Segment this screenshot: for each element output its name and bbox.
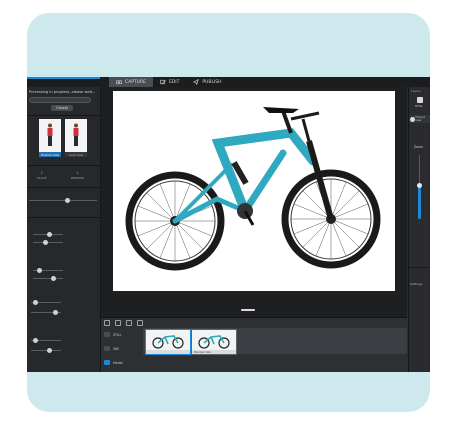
look-view-thumbnail[interactable]: Look view	[65, 119, 87, 157]
remove-tool[interactable]: ⚲ REMOVE	[71, 171, 84, 180]
bike-thumbnail-image	[198, 335, 230, 349]
zoom-label: Zoom	[414, 145, 424, 149]
still-label: STILL	[415, 104, 423, 108]
bottom-panel: STILL 360 Model Mountain bike	[101, 317, 407, 372]
right-panel: Layers STILL Product view Zoom Settings	[408, 87, 430, 372]
list-item-label: STILL	[113, 332, 122, 337]
slider[interactable]	[33, 275, 63, 281]
settings-icon[interactable]	[137, 320, 143, 326]
slider[interactable]	[31, 337, 61, 343]
model-figure-image	[73, 123, 79, 146]
tab-edit[interactable]: EDIT	[153, 77, 186, 87]
progress-bar	[29, 97, 91, 103]
profile-label: Product view	[415, 116, 426, 122]
list-item-still[interactable]: STILL	[104, 332, 121, 337]
zoom-slider-fill	[418, 185, 421, 219]
remove-tool-label: REMOVE	[71, 176, 84, 180]
filmstrip-frame[interactable]	[145, 329, 191, 355]
layers-tab[interactable]: Layers	[411, 89, 421, 93]
place-tool-label: PLACE	[37, 176, 47, 180]
list-item-360[interactable]: 360	[104, 346, 119, 351]
product-view-thumbnail[interactable]: Product view	[39, 119, 61, 157]
slider[interactable]	[33, 239, 63, 245]
cancel-button[interactable]: Cancel	[51, 105, 73, 111]
left-panel: Processing in progress, please wait... C…	[27, 87, 101, 372]
list-item-model[interactable]: Model	[104, 360, 123, 365]
card-background: CAPTURE EDIT PUBLISH Processing in progr…	[27, 13, 430, 412]
photo-icon	[104, 332, 110, 337]
model-figure-image	[47, 123, 53, 146]
divider	[27, 165, 100, 166]
capture-type-list: STILL 360 Model	[101, 328, 137, 372]
divider	[27, 217, 100, 218]
grid-icon[interactable]	[126, 320, 132, 326]
bike-thumbnail-image	[152, 335, 184, 349]
trash-icon[interactable]	[115, 320, 121, 326]
top-bar: CAPTURE EDIT PUBLISH	[27, 77, 430, 87]
send-icon	[193, 79, 200, 85]
divider	[27, 187, 100, 188]
profile-row[interactable]: Product view	[410, 115, 430, 123]
list-item-label: Model	[113, 360, 123, 365]
filmstrip-frame[interactable]: Mountain bike	[191, 329, 237, 355]
look-view-tag: Look view	[65, 152, 87, 157]
slider[interactable]	[31, 309, 61, 315]
frame-caption	[146, 350, 190, 354]
product-photo[interactable]	[113, 91, 395, 291]
zoom-slider-handle[interactable]	[417, 183, 422, 188]
slider[interactable]	[33, 231, 63, 237]
camera-icon	[116, 80, 122, 85]
pin-icon: ⚲	[40, 171, 43, 175]
avatar	[410, 116, 415, 122]
video-icon[interactable]	[104, 320, 110, 326]
magnifier-icon: ⚲	[76, 171, 79, 175]
divider	[409, 267, 430, 268]
list-item-label: 360	[113, 346, 120, 351]
divider	[27, 115, 100, 116]
slider[interactable]	[31, 347, 61, 353]
bottom-toolbar	[104, 320, 143, 326]
mode-tabs: CAPTURE EDIT PUBLISH	[109, 77, 229, 87]
place-tool[interactable]: ⚲ PLACE	[37, 171, 47, 180]
product-view-tag: Product view	[39, 152, 61, 157]
mountain-bike-image	[125, 107, 381, 271]
model-icon	[104, 360, 110, 365]
progress-message: Processing in progress, please wait...	[29, 90, 96, 94]
slider[interactable]	[33, 267, 63, 273]
edit-icon	[160, 79, 166, 85]
slider[interactable]	[29, 197, 97, 203]
slider[interactable]	[31, 299, 61, 305]
tab-publish[interactable]: PUBLISH	[186, 77, 228, 87]
app-window: CAPTURE EDIT PUBLISH Processing in progr…	[27, 77, 430, 372]
filmstrip: Mountain bike	[143, 328, 407, 355]
horizontal-scroll-handle[interactable]	[241, 309, 255, 311]
frame-caption: Mountain bike	[192, 350, 236, 354]
canvas-area[interactable]	[101, 87, 407, 317]
rotate-icon	[104, 346, 110, 351]
progress-accent	[27, 77, 100, 79]
tab-edit-label: EDIT	[168, 79, 180, 85]
tab-capture-label: CAPTURE	[125, 79, 146, 85]
still-icon	[417, 97, 423, 103]
tab-publish-label: PUBLISH	[202, 79, 222, 85]
settings-label: Settings	[410, 282, 423, 286]
tab-capture[interactable]: CAPTURE	[109, 77, 153, 87]
